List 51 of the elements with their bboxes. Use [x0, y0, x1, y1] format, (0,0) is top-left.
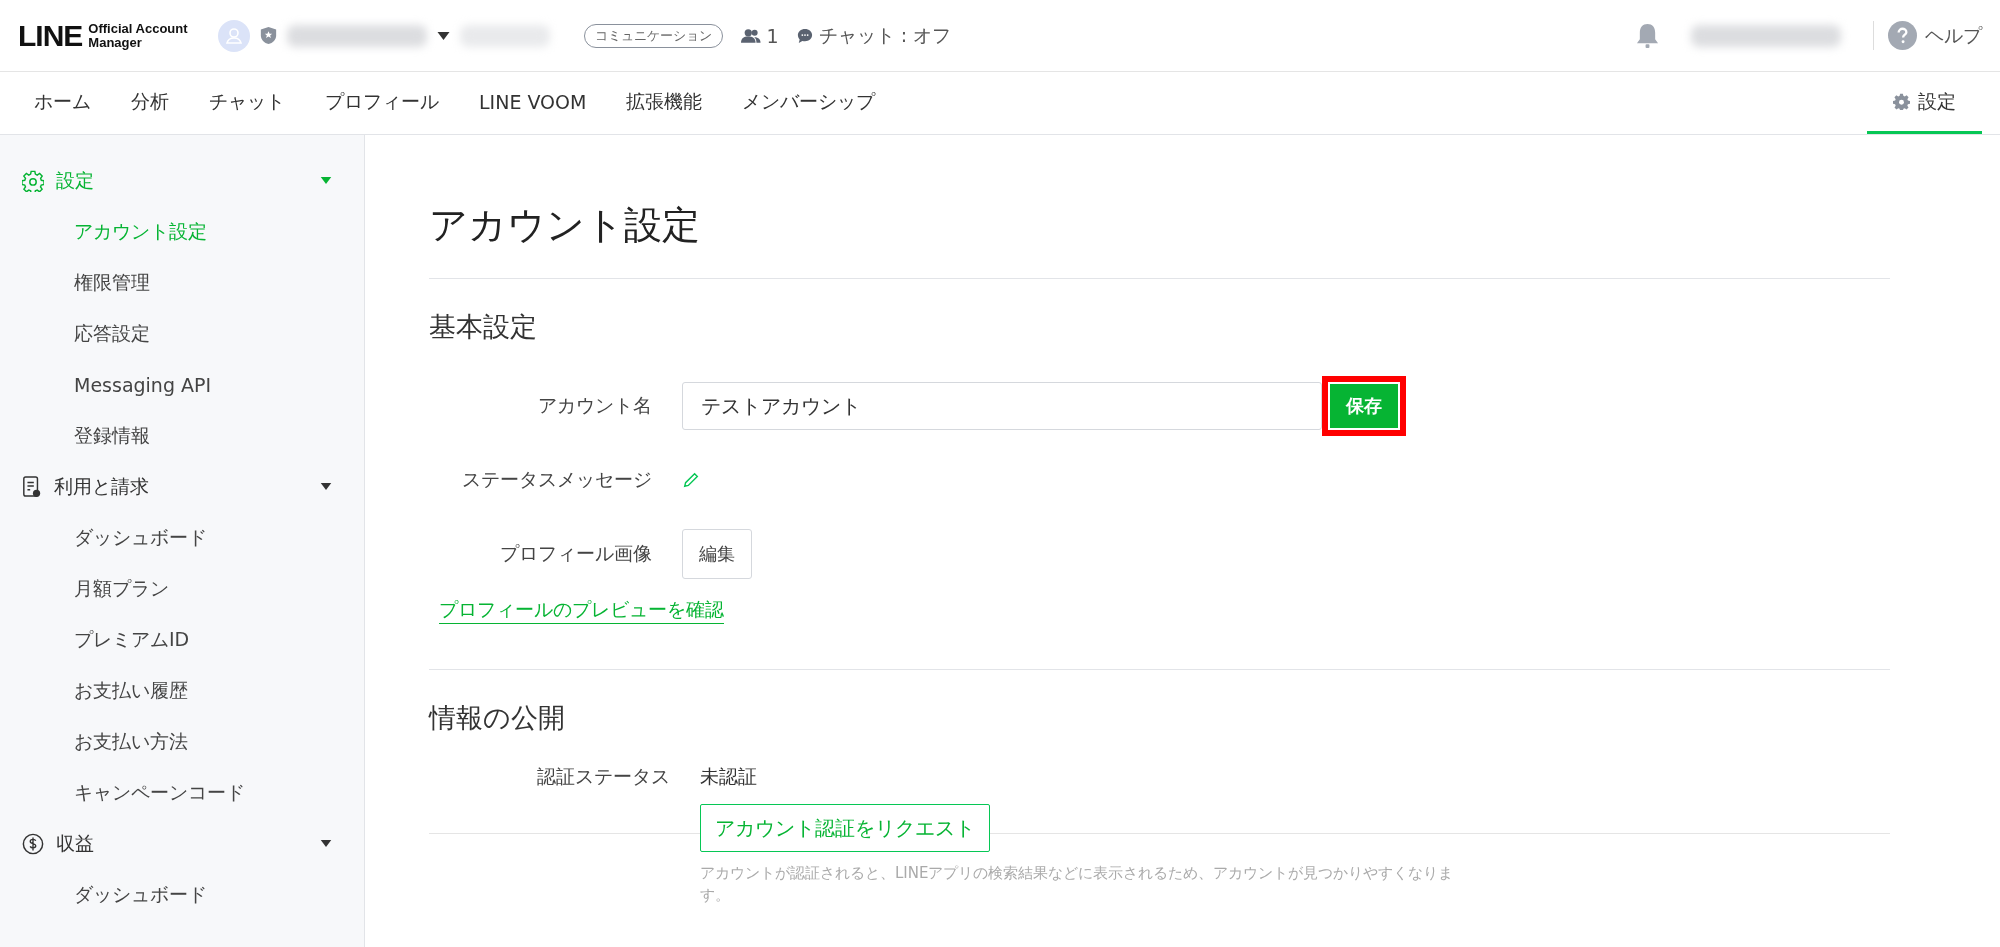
- sidebar-item[interactable]: 応答設定: [0, 308, 364, 359]
- nav-tab[interactable]: LINE VOOM: [459, 72, 607, 134]
- bell-icon[interactable]: [1636, 22, 1659, 49]
- account-name-field[interactable]: テストアカウント: [682, 382, 1322, 430]
- verification-status: 未認証: [700, 764, 757, 789]
- nav-tab[interactable]: チャット: [189, 72, 305, 134]
- nav-tab[interactable]: 拡張機能: [606, 72, 723, 134]
- sidebar-item[interactable]: 月額プラン: [0, 563, 364, 614]
- dollar-coin-icon: [22, 832, 44, 855]
- section-heading: 情報の公開: [429, 701, 566, 735]
- friends-count: 1: [740, 24, 779, 47]
- hint-text: アカウントが認証されると、LINEアプリの検索結果などに表示されるため、アカウントが見つかりやすくなります。: [700, 863, 1455, 906]
- nav-tab[interactable]: 分析: [111, 72, 189, 134]
- caret-icon[interactable]: [436, 31, 450, 40]
- chat-status[interactable]: チャット : オフ: [796, 22, 952, 49]
- edit-button[interactable]: 編集: [682, 529, 752, 579]
- sidebar-item[interactable]: お支払い方法: [0, 716, 364, 767]
- section-heading: 基本設定: [429, 310, 538, 344]
- help-link[interactable]: ヘルプ: [1873, 21, 1982, 50]
- page-title: アカウント設定: [429, 202, 701, 249]
- chat-bubble-icon: [796, 27, 813, 44]
- help-icon: [1888, 21, 1917, 50]
- sidebar-item[interactable]: お支払い履歴: [0, 665, 364, 716]
- blurred-user-name[interactable]: [1691, 24, 1841, 47]
- shield-icon: [259, 26, 277, 45]
- sidebar-item[interactable]: 権限管理: [0, 257, 364, 308]
- pencil-icon[interactable]: [682, 471, 700, 489]
- avatar-icon[interactable]: [217, 19, 250, 52]
- sidebar-item[interactable]: Messaging API: [0, 359, 364, 410]
- field-label: 認証ステータス: [536, 764, 670, 789]
- field-label: ステータスメッセージ: [461, 467, 652, 492]
- sidebar-group[interactable]: 収益: [0, 818, 364, 869]
- gear-icon: [22, 169, 44, 192]
- sidebar-group[interactable]: 利用と請求: [0, 461, 364, 512]
- caret-icon: [320, 177, 332, 184]
- people-icon: [740, 28, 761, 43]
- document-icon: [22, 475, 42, 498]
- sidebar-item[interactable]: キャンペーンコード: [0, 767, 364, 818]
- field-label: プロフィール画像: [499, 541, 652, 566]
- sidebar-item[interactable]: 登録情報: [0, 410, 364, 461]
- field-label: アカウント名: [537, 393, 652, 418]
- nav-tab[interactable]: メンバーシップ: [722, 72, 896, 134]
- caret-icon: [320, 483, 332, 490]
- sidebar-item[interactable]: ダッシュボード: [0, 512, 364, 563]
- sidebar-item[interactable]: ダッシュボード: [0, 869, 364, 920]
- caret-icon: [320, 840, 332, 847]
- sidebar-item[interactable]: プレミアムID: [0, 614, 364, 665]
- nav-tab[interactable]: プロフィール: [305, 72, 459, 134]
- settings-tab[interactable]: 設定: [1867, 72, 1982, 134]
- nav-tab[interactable]: ホーム: [14, 72, 111, 134]
- settings-icon: [1893, 93, 1910, 110]
